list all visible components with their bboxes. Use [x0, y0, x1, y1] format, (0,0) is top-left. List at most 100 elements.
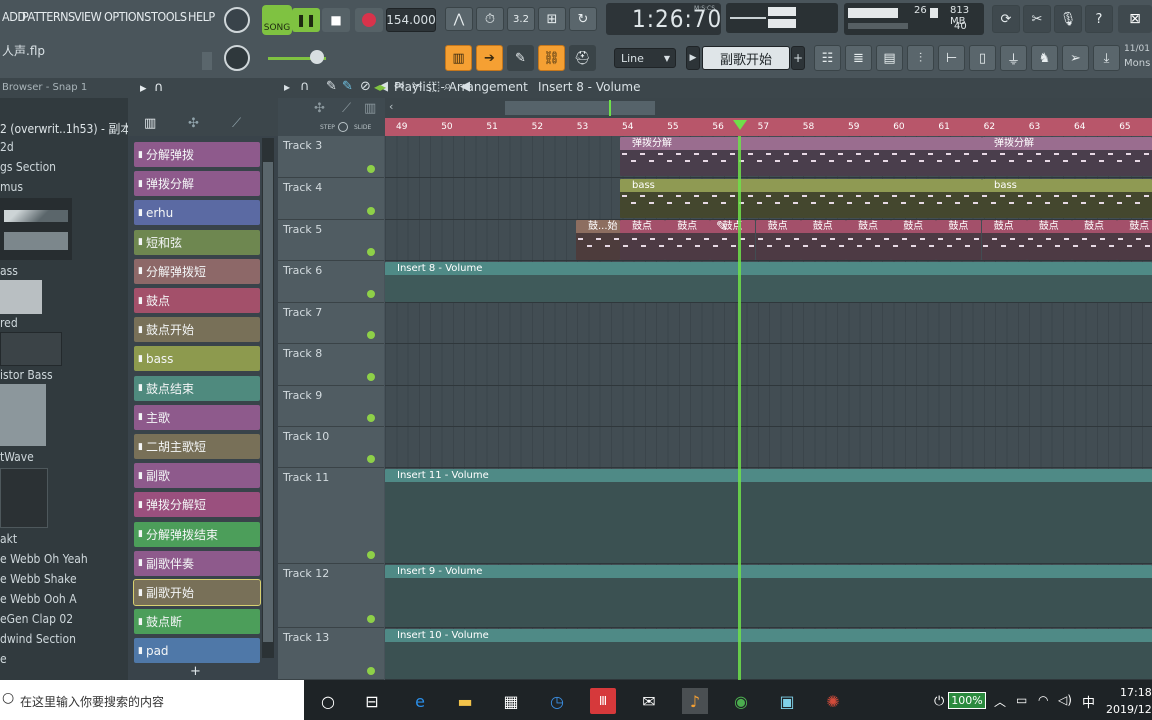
track-header[interactable]: Track 10 — [278, 427, 384, 468]
play-icon[interactable]: ▸ — [140, 81, 147, 96]
cortana-icon[interactable]: ○ — [315, 688, 341, 714]
pattern-clip[interactable]: 鼓点 — [800, 220, 846, 260]
browser-item[interactable]: gs Section — [0, 160, 56, 174]
channel-button[interactable]: ▮ 副歌开始 — [133, 579, 261, 606]
channel-button[interactable]: ▮ 副歌伴奏 — [134, 550, 260, 576]
slope-icon[interactable]: ⟋ — [342, 101, 351, 116]
channel-button[interactable]: ▮ 二胡主歌短 — [134, 434, 260, 459]
project-scroll[interactable] — [202, 52, 212, 70]
track-enable-led[interactable] — [367, 207, 375, 215]
chevron-up-icon[interactable]: ︿ — [994, 693, 1006, 710]
browser-item[interactable]: mus — [0, 180, 23, 194]
browser-item[interactable]: 2 (overwrit..1h53) - 副本 — [0, 120, 132, 137]
link-button[interactable]: ⛓ — [538, 45, 565, 71]
playlist-view-button[interactable]: ☷ — [814, 45, 841, 71]
pattern-clip[interactable]: 弹拨分解 — [982, 137, 1152, 176]
channel-button[interactable]: ▮ 鼓点 — [134, 288, 260, 313]
channel-button[interactable]: ▮ 鼓点开始 — [134, 317, 260, 343]
chrome-icon[interactable]: ◉ — [728, 688, 754, 714]
track-header[interactable]: Track 4 — [278, 178, 384, 220]
pattern-clip[interactable]: 鼓点 — [1026, 220, 1072, 260]
countdown-button[interactable]: 3.2 — [507, 7, 535, 31]
master-volume-knob[interactable] — [224, 7, 250, 33]
pattern-clip[interactable]: 鼓...始 — [576, 220, 620, 260]
track-header[interactable]: Track 6 — [278, 261, 384, 303]
download-button[interactable]: ⤓ — [1093, 45, 1120, 71]
automation-clip[interactable]: Insert 8 - Volume — [385, 262, 1152, 302]
chevron-left-icon[interactable]: ‹ — [389, 100, 393, 113]
pattern-clip[interactable]: 鼓点 — [620, 220, 665, 260]
track-header[interactable]: Track 12 — [278, 564, 384, 628]
track-header[interactable]: Track 5 — [278, 220, 384, 261]
paint-icon[interactable]: ✎ — [342, 79, 353, 94]
browser-item[interactable]: e Webb Oh Yeah — [0, 552, 88, 566]
clock-time[interactable]: 17:18 — [1120, 686, 1152, 699]
channel-button[interactable]: ▮ 分解弹拨 — [134, 142, 260, 167]
automation-clip[interactable]: Insert 11 - Volume — [385, 469, 1152, 563]
browser-item[interactable]: ass — [0, 264, 18, 278]
track-enable-led[interactable] — [367, 455, 375, 463]
pattern-clip[interactable]: bass — [620, 179, 982, 218]
browser-item[interactable]: eGen Clap 02 — [0, 612, 73, 626]
record-button[interactable] — [355, 8, 383, 32]
browser-item[interactable]: tWave — [0, 450, 34, 464]
templates-button[interactable]: ▯ — [969, 45, 996, 71]
track-lane[interactable] — [385, 344, 1152, 386]
edge-icon[interactable]: e — [407, 688, 433, 714]
track-enable-led[interactable] — [367, 373, 375, 381]
add-channel-button[interactable]: + — [190, 664, 201, 679]
menu-view[interactable]: VIEW — [74, 9, 102, 31]
cloud-button[interactable]: ➢ — [1062, 45, 1089, 71]
cut-button[interactable]: ✂ — [1023, 5, 1051, 33]
master-pitch-knob[interactable] — [224, 45, 250, 71]
slider-handle[interactable] — [310, 50, 324, 64]
help-button[interactable]: ? — [1085, 5, 1113, 33]
add-pattern-button[interactable]: + — [791, 46, 805, 70]
track-header[interactable]: Track 9 — [278, 386, 384, 427]
magnet-icon[interactable]: ∩ — [300, 79, 310, 94]
browser-button[interactable]: ⊢ — [938, 45, 965, 71]
stop-button[interactable]: ■ — [322, 8, 350, 32]
step-edit-button[interactable]: ⊞ — [538, 7, 566, 31]
piano-keys-icon[interactable]: ▥ — [144, 116, 156, 131]
pattern-clip[interactable]: 鼓点 — [981, 220, 1027, 260]
mail-icon[interactable]: ✉ — [636, 688, 662, 714]
channel-button[interactable]: ▮ bass — [134, 346, 260, 372]
channel-button[interactable]: ▮ 弹拨分解短 — [134, 492, 260, 518]
track-header[interactable]: Track 3 — [278, 136, 384, 178]
automation-clip[interactable]: Insert 9 - Volume — [385, 565, 1152, 627]
plugin-picker-button[interactable]: ⏚ — [1000, 45, 1027, 71]
rack-scrollbar[interactable] — [262, 138, 274, 658]
browser-item[interactable]: 2d — [0, 140, 14, 154]
fl-studio-icon[interactable]: ♪ — [682, 688, 708, 714]
step-slide-toggle[interactable] — [338, 122, 348, 132]
pause-button[interactable]: ❚❚ — [292, 8, 320, 32]
slope-icon[interactable]: ⟋ — [232, 116, 241, 131]
piano-roll-button[interactable]: ▥ — [445, 45, 472, 71]
grid-icon[interactable]: ▥ — [364, 101, 376, 116]
ime-indicator[interactable]: 中 — [1082, 692, 1095, 711]
store-icon[interactable]: ▦ — [498, 688, 524, 714]
pattern-clip[interactable]: 鼓点 — [1072, 220, 1117, 260]
pattern-clip[interactable]: 弹拨分解 — [620, 137, 982, 176]
magnet-icon[interactable]: ∩ — [154, 80, 164, 95]
pattern-clip[interactable]: 鼓点 — [891, 220, 937, 260]
playhead-marker[interactable] — [733, 120, 747, 130]
app-blue-icon[interactable]: ▣ — [774, 688, 800, 714]
app-ball-icon[interactable]: ✺ — [820, 688, 846, 714]
browser-item[interactable]: dwind Section — [0, 632, 76, 646]
track-header[interactable]: Track 7 — [278, 303, 384, 344]
pattern-clip[interactable]: 鼓点 — [1117, 220, 1152, 260]
pattern-clip[interactable]: 鼓点 — [755, 220, 801, 260]
draw-icon[interactable]: ✎ — [326, 79, 337, 94]
browser-item[interactable]: akt — [0, 532, 17, 546]
zoom-slider-icon[interactable]: ✣ — [314, 101, 325, 116]
hint-arrow-button[interactable]: ▶ — [686, 46, 700, 70]
playlist-button[interactable]: ➔ — [476, 45, 503, 71]
channel-button[interactable]: ▮ 副歌 — [134, 463, 260, 489]
clock-date[interactable]: 2019/12 — [1106, 703, 1152, 716]
metronome-button[interactable]: ⋀ — [445, 7, 473, 31]
channel-button[interactable]: ▮ 短和弦 — [134, 229, 260, 255]
track-header[interactable]: Track 11 — [278, 468, 384, 564]
channel-button[interactable]: ▮ erhu — [134, 200, 260, 226]
